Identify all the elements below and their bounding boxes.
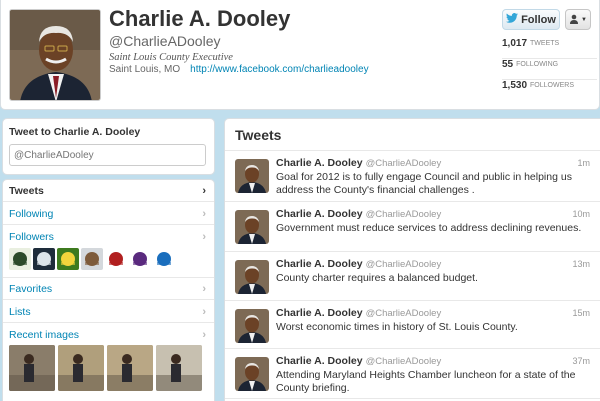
stat-following[interactable]: 55 FOLLOWING	[502, 59, 597, 80]
tweet-text: Government must reduce services to addre…	[276, 222, 582, 234]
tweet-author[interactable]: Charlie A. Dooley @CharlieADooley	[276, 258, 441, 270]
follow-button[interactable]: Follow	[502, 9, 560, 30]
tweet-text: County charter requires a balanced budge…	[276, 272, 478, 284]
follower-avatar[interactable]	[153, 248, 175, 270]
tweet-author-handle[interactable]: @CharlieADooley	[366, 209, 442, 220]
tweet-to-title: Tweet to Charlie A. Dooley	[9, 126, 141, 138]
tweet-author-name[interactable]: Charlie A. Dooley	[276, 258, 363, 270]
stat-followers[interactable]: 1,530 FOLLOWERS	[502, 80, 597, 101]
nav-label: Recent images	[9, 329, 80, 341]
tweet-avatar[interactable]	[235, 210, 269, 244]
stat-label: TWEETS	[530, 40, 560, 47]
follower-avatar[interactable]	[129, 248, 151, 270]
nav-label: Following	[9, 208, 54, 220]
tweet-timestamp[interactable]: 1m	[577, 158, 590, 168]
profile-header: Charlie A. Dooley @CharlieADooley Saint …	[0, 0, 600, 110]
tweets-header: Tweets	[225, 119, 600, 151]
follower-avatar[interactable]	[33, 248, 55, 270]
nav-favorites[interactable]: Favorites ›	[3, 278, 214, 300]
tweet-to-box: Tweet to Charlie A. Dooley	[2, 118, 215, 175]
stat-label: FOLLOWERS	[530, 82, 574, 89]
chevron-right-icon: ›	[202, 208, 206, 220]
nav-followers[interactable]: Followers ›	[3, 226, 214, 248]
person-icon	[569, 14, 579, 26]
tweet-item[interactable]: Charlie A. Dooley @CharlieADooley 13m Count…	[225, 252, 600, 301]
profile-handle: @CharlieADooley	[109, 33, 221, 49]
tweet-author-handle[interactable]: @CharlieADooley	[366, 259, 442, 270]
tweet-author-name[interactable]: Charlie A. Dooley	[276, 307, 363, 319]
profile-avatar[interactable]	[9, 9, 101, 101]
tweet-item[interactable]: Charlie A. Dooley @CharlieADooley 1m Goal f…	[225, 151, 600, 202]
tweet-to-input[interactable]	[9, 144, 206, 166]
chevron-right-icon: ›	[202, 185, 206, 197]
bird-icon	[506, 13, 519, 26]
tweets-timeline: Tweets Charlie A. Dooley @CharlieADooley 1…	[224, 118, 600, 401]
nav-label: Tweets	[9, 185, 44, 197]
tweet-author-handle[interactable]: @CharlieADooley	[366, 308, 442, 319]
tweet-author-name[interactable]: Charlie A. Dooley	[276, 157, 363, 169]
chevron-right-icon: ›	[202, 231, 206, 243]
tweet-author[interactable]: Charlie A. Dooley @CharlieADooley	[276, 355, 441, 367]
tweet-timestamp[interactable]: 15m	[572, 308, 590, 318]
chevron-right-icon: ›	[202, 306, 206, 318]
tweet-item[interactable]: Charlie A. Dooley @CharlieADooley 15m Worst…	[225, 301, 600, 349]
tweet-timestamp[interactable]: 37m	[572, 356, 590, 366]
follow-label: Follow	[521, 13, 556, 26]
tweet-avatar[interactable]	[235, 260, 269, 294]
stat-count: 55	[502, 59, 514, 70]
user-actions-button[interactable]: ▼	[565, 9, 591, 30]
tweet-author[interactable]: Charlie A. Dooley @CharlieADooley	[276, 307, 441, 319]
follower-thumbnails	[9, 248, 177, 274]
caret-down-icon: ▼	[581, 16, 587, 23]
tweet-author-name[interactable]: Charlie A. Dooley	[276, 208, 363, 220]
tweet-timestamp[interactable]: 10m	[572, 209, 590, 219]
stat-label: FOLLOWING	[516, 61, 559, 68]
tweet-author[interactable]: Charlie A. Dooley @CharlieADooley	[276, 208, 441, 220]
recent-image-thumbnail[interactable]	[156, 345, 202, 391]
profile-location: Saint Louis, MO	[109, 64, 181, 75]
profile-location-row: Saint Louis, MO http://www.facebook.com/c…	[109, 64, 369, 75]
tweet-avatar[interactable]	[235, 357, 269, 391]
tweet-text: Goal for 2012 is to fully engage Council…	[276, 171, 572, 196]
follower-avatar[interactable]	[9, 248, 31, 270]
stat-tweets[interactable]: 1,017 TWEETS	[502, 38, 597, 59]
stat-count: 1,017	[502, 38, 528, 49]
nav-label: Followers	[9, 231, 54, 243]
tweet-author[interactable]: Charlie A. Dooley @CharlieADooley	[276, 157, 441, 169]
chevron-right-icon: ›	[202, 283, 206, 295]
nav-tweets[interactable]: Tweets ›	[3, 180, 214, 202]
recent-image-thumbnail[interactable]	[107, 345, 153, 391]
recent-image-thumbnail[interactable]	[58, 345, 104, 391]
tweet-author-name[interactable]: Charlie A. Dooley	[276, 355, 363, 367]
profile-url-link[interactable]: http://www.facebook.com/charlieadooley	[190, 64, 368, 75]
tweet-avatar[interactable]	[235, 309, 269, 343]
stat-count: 1,530	[502, 80, 528, 91]
tweet-item[interactable]: Charlie A. Dooley @CharlieADooley 37m Atten…	[225, 349, 600, 399]
profile-stats: 1,017 TWEETS 55 FOLLOWING 1,530 FOLLOWERS	[502, 38, 597, 101]
follower-avatar[interactable]	[105, 248, 127, 270]
follower-avatar[interactable]	[57, 248, 79, 270]
chevron-right-icon: ›	[202, 329, 206, 341]
tweet-text: Worst economic times in history of St. L…	[276, 321, 518, 333]
tweet-avatar[interactable]	[235, 159, 269, 193]
tweet-text: Attending Maryland Heights Chamber lunch…	[276, 369, 576, 394]
tweet-item[interactable]: Charlie A. Dooley @CharlieADooley 10m Gover…	[225, 202, 600, 252]
tweet-author-handle[interactable]: @CharlieADooley	[366, 356, 442, 367]
nav-recent-images[interactable]: Recent images ›	[3, 324, 214, 346]
recent-image-thumbnail[interactable]	[9, 345, 55, 391]
nav-label: Lists	[9, 306, 31, 318]
profile-bio: Saint Louis County Executive	[109, 52, 233, 63]
tweet-timestamp[interactable]: 13m	[572, 259, 590, 269]
nav-label: Favorites	[9, 283, 53, 295]
nav-lists[interactable]: Lists ›	[3, 301, 214, 323]
follower-avatar[interactable]	[81, 248, 103, 270]
profile-name: Charlie A. Dooley	[109, 6, 291, 31]
profile-nav: Tweets › Following › Followers › Favorites ›…	[2, 179, 215, 401]
tweet-author-handle[interactable]: @CharlieADooley	[366, 158, 442, 169]
nav-following[interactable]: Following ›	[3, 203, 214, 225]
recent-images-row	[9, 345, 205, 393]
